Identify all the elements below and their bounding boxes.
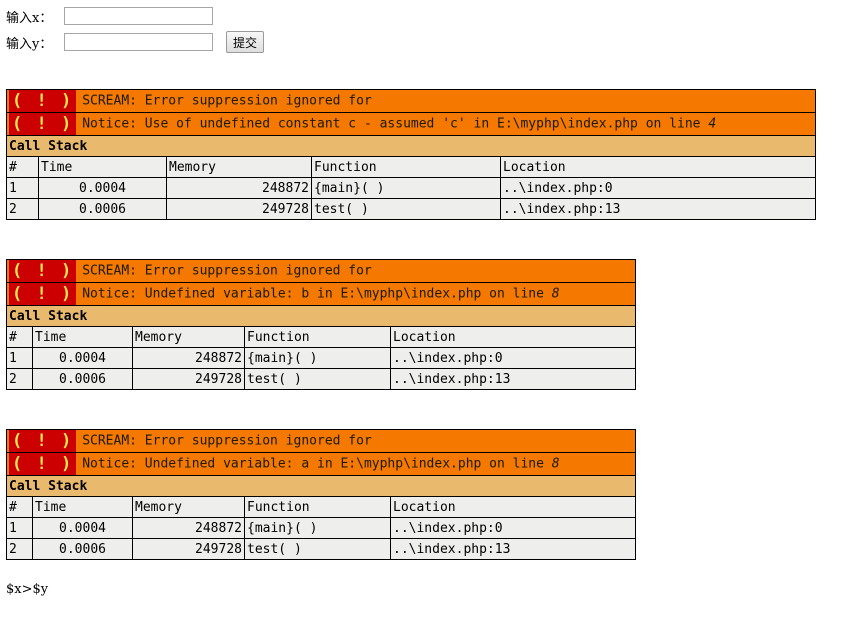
cell-num: 2 — [6, 538, 33, 560]
cell-location: ..\index.php:0 — [499, 177, 817, 199]
table-row: 2 0.0006 249728 test( ) ..\index.php:13 — [6, 368, 637, 390]
notice-message: Notice: Undefined variable: a in E:\myph… — [82, 457, 559, 472]
col-header-function: Function — [311, 156, 501, 178]
cell-num: 2 — [6, 368, 33, 390]
col-header-function: Function — [244, 326, 391, 348]
call-stack-title: Call Stack — [5, 305, 637, 327]
cell-function: {main}( ) — [244, 517, 391, 539]
cell-location: ..\index.php:13 — [389, 368, 637, 390]
y-label: 输入y： — [6, 36, 53, 52]
cell-memory: 248872 — [132, 517, 245, 539]
input-form: 输入x： 输入y： 提交 — [6, 3, 265, 55]
error-icon: ( ! ) — [9, 283, 77, 305]
col-header-num: # — [6, 496, 33, 518]
table-row: 1 0.0004 248872 {main}( ) ..\index.php:0 — [6, 177, 817, 199]
x-input[interactable] — [64, 7, 213, 25]
cell-time: 0.0006 — [38, 198, 167, 220]
cell-function: test( ) — [244, 368, 391, 390]
cell-location: ..\index.php:13 — [389, 538, 637, 560]
error-table: ( ! ) SCREAM: Error suppression ignored f… — [5, 259, 637, 390]
col-header-num: # — [6, 326, 33, 348]
cell-time: 0.0006 — [32, 538, 133, 560]
error-icon: ( ! ) — [9, 453, 77, 475]
notice-text: Notice: Undefined variable: b in E:\myph… — [82, 286, 552, 302]
table-row: 1 0.0004 248872 {main}( ) ..\index.php:0 — [6, 347, 637, 369]
cell-location: ..\index.php:0 — [389, 517, 637, 539]
error-icon: ( ! ) — [9, 260, 77, 282]
notice-line: 4 — [708, 116, 717, 132]
table-row: 2 0.0006 249728 test( ) ..\index.php:13 — [6, 538, 637, 560]
col-header-num: # — [6, 156, 39, 178]
col-header-memory: Memory — [132, 326, 245, 348]
x-row: 输入x： — [6, 3, 264, 29]
scream-message: SCREAM: Error suppression ignored for — [82, 263, 372, 279]
notice-text: Notice: Use of undefined constant c - as… — [82, 116, 709, 132]
col-header-location: Location — [389, 326, 637, 348]
cell-num: 1 — [6, 517, 33, 539]
error-icon: ( ! ) — [9, 430, 77, 452]
cell-num: 1 — [6, 347, 33, 369]
error-icon: ( ! ) — [9, 90, 77, 112]
error-icon: ( ! ) — [9, 113, 77, 135]
call-stack-title: Call Stack — [5, 475, 637, 497]
result-text: $x>$y — [6, 582, 49, 597]
cell-function: {main}( ) — [311, 177, 501, 199]
notice-line: 8 — [551, 286, 560, 302]
col-header-memory: Memory — [166, 156, 312, 178]
notice-text: Notice: Undefined variable: a in E:\myph… — [82, 456, 552, 472]
cell-memory: 249728 — [132, 538, 245, 560]
col-header-function: Function — [244, 496, 391, 518]
cell-time: 0.0006 — [32, 368, 133, 390]
cell-location: ..\index.php:0 — [389, 347, 637, 369]
error-table: ( ! ) SCREAM: Error suppression ignored f… — [5, 429, 637, 560]
notice-message: Notice: Use of undefined constant c - as… — [82, 117, 716, 132]
cell-time: 0.0004 — [38, 177, 167, 199]
col-header-time: Time — [32, 326, 133, 348]
cell-memory: 249728 — [132, 368, 245, 390]
x-label: 输入x： — [6, 10, 53, 26]
col-header-time: Time — [38, 156, 167, 178]
cell-function: test( ) — [244, 538, 391, 560]
scream-message: SCREAM: Error suppression ignored for — [82, 433, 372, 449]
y-input[interactable] — [64, 33, 213, 51]
cell-function: test( ) — [311, 198, 501, 220]
y-row: 输入y： 提交 — [6, 29, 265, 55]
col-header-time: Time — [32, 496, 133, 518]
col-header-location: Location — [499, 156, 817, 178]
submit-button[interactable]: 提交 — [226, 31, 265, 53]
table-row: 1 0.0004 248872 {main}( ) ..\index.php:0 — [6, 517, 637, 539]
col-header-memory: Memory — [132, 496, 245, 518]
cell-memory: 248872 — [132, 347, 245, 369]
cell-time: 0.0004 — [32, 517, 133, 539]
cell-num: 2 — [6, 198, 39, 220]
notice-line: 8 — [551, 456, 560, 472]
cell-num: 1 — [6, 177, 39, 199]
call-stack-title: Call Stack — [5, 135, 817, 157]
cell-function: {main}( ) — [244, 347, 391, 369]
cell-memory: 248872 — [166, 177, 312, 199]
error-table: ( ! ) SCREAM: Error suppression ignored f… — [5, 89, 817, 220]
scream-message: SCREAM: Error suppression ignored for — [82, 93, 372, 109]
notice-message: Notice: Undefined variable: b in E:\myph… — [82, 287, 559, 302]
col-header-location: Location — [389, 496, 637, 518]
table-row: 2 0.0006 249728 test( ) ..\index.php:13 — [6, 198, 817, 220]
cell-time: 0.0004 — [32, 347, 133, 369]
cell-location: ..\index.php:13 — [499, 198, 817, 220]
cell-memory: 249728 — [166, 198, 312, 220]
